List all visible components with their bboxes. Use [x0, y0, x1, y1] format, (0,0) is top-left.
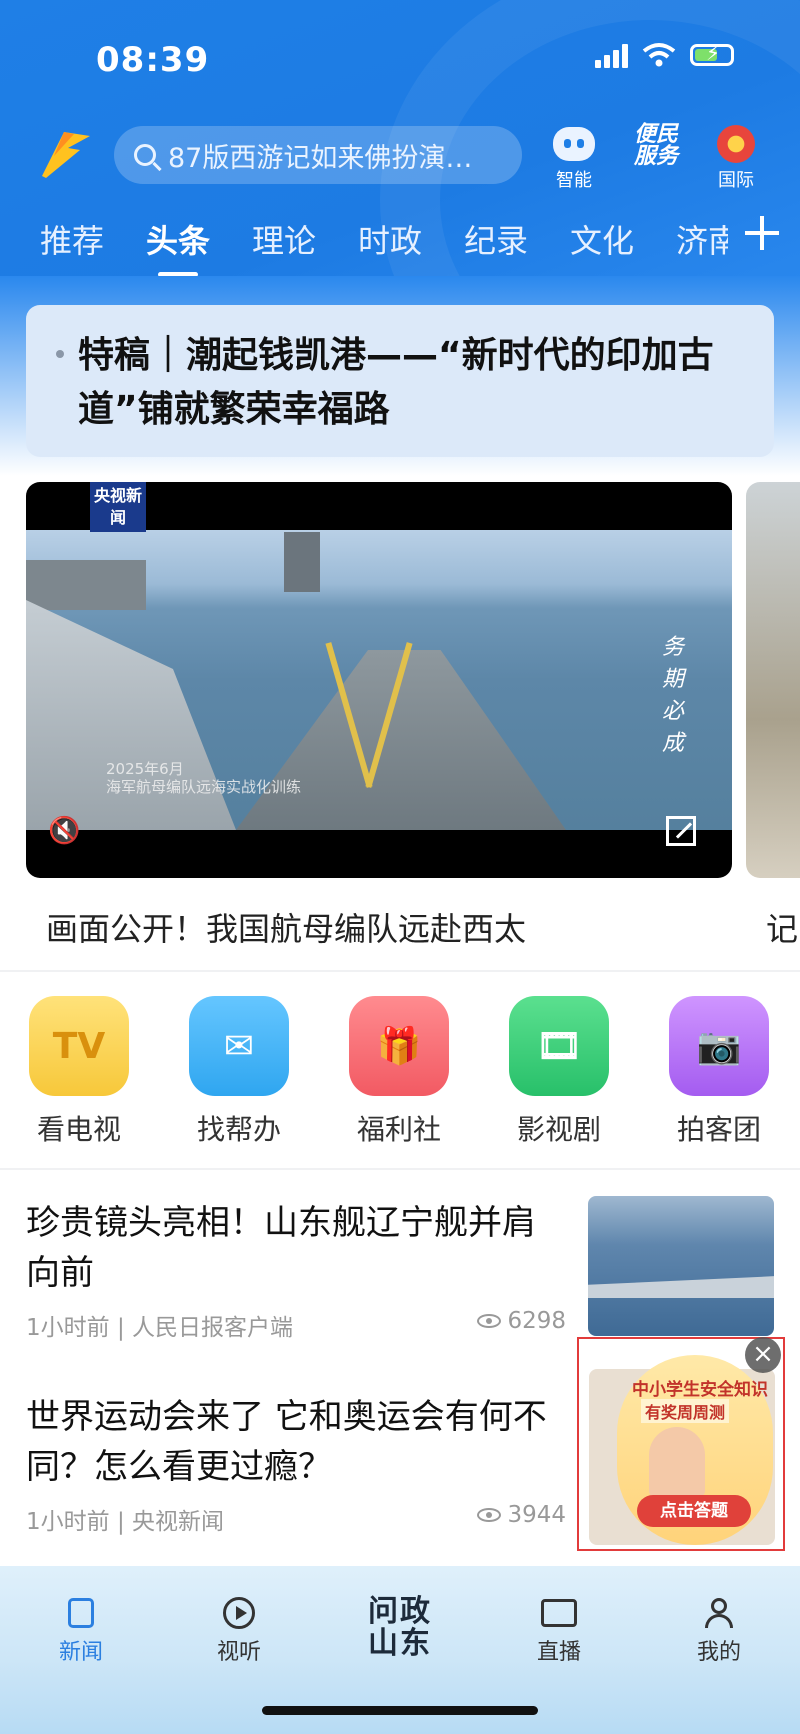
film-icon: 🎞	[509, 996, 609, 1096]
bullet-dot	[56, 350, 64, 358]
help-icon: ✉	[189, 996, 289, 1096]
news-item[interactable]: 世界运动会来了 它和奥运会有何不同？怎么看更过瘾？ 1小时前 | 央视新闻 39…	[26, 1392, 566, 1542]
international-button[interactable]: 国际	[706, 122, 766, 192]
profile-icon	[705, 1598, 733, 1628]
view-count: 3944	[477, 1502, 566, 1528]
app-watch-tv[interactable]: TV 看电视	[24, 996, 134, 1148]
next-video-caption[interactable]: 记	[766, 904, 798, 950]
ad-subtitle: 有奖周周测	[641, 1399, 730, 1423]
tab-culture[interactable]: 文化	[570, 216, 634, 262]
tv-icon: TV	[29, 996, 129, 1096]
home-indicator[interactable]	[262, 1706, 538, 1715]
tabbar-label: 视听	[216, 1640, 261, 1665]
smart-label: 智能	[556, 170, 592, 191]
app-label: 找帮办	[196, 1113, 281, 1146]
tab-documentary[interactable]: 纪录	[464, 216, 528, 262]
status-bar: 08:39 ⚡	[0, 0, 800, 110]
news-item[interactable]: 珍贵镜头亮相！山东舰辽宁舰并肩向前 1小时前 | 人民日报客户端 6298	[26, 1198, 566, 1348]
globe-flower-icon	[717, 125, 755, 163]
view-count-value: 3944	[507, 1502, 566, 1528]
service-grid: TV 看电视 ✉ 找帮办 🎁 福利社 🎞 影视剧 📷 拍客团	[0, 996, 800, 1146]
battery-icon: ⚡	[690, 41, 734, 66]
tabbar-media[interactable]: 视听	[194, 1596, 284, 1666]
ad-answer-button[interactable]: 点击答题	[637, 1495, 751, 1527]
eye-icon	[477, 1508, 502, 1522]
eye-icon	[477, 1314, 502, 1328]
app-drama[interactable]: 🎞 影视剧	[504, 996, 614, 1148]
video-overlay-text: 2025年6月 海军航母编队远海实战化训练	[106, 760, 301, 796]
cctv-news-badge: 央视新闻	[90, 482, 146, 532]
ad-illustration	[649, 1427, 705, 1497]
service-label: 便民服务	[633, 122, 678, 169]
app-logo-icon[interactable]	[34, 126, 94, 182]
floating-ad[interactable]: 中小学生安全知识 有奖周周测 点击答题 ×	[577, 1337, 785, 1551]
play-icon	[223, 1597, 255, 1629]
search-placeholder: 87版西游记如来佛扮演…	[168, 142, 473, 174]
news-meta: 1小时前 | 人民日报客户端	[26, 1315, 294, 1341]
service-button[interactable]: 便民服务	[626, 122, 686, 168]
ad-title: 中小学生安全知识	[632, 1380, 768, 1400]
tabbar-live[interactable]: 直播	[514, 1596, 604, 1666]
tab-politics[interactable]: 时政	[358, 216, 422, 262]
signal-icon	[595, 42, 628, 68]
tabbar-label: 直播	[536, 1640, 581, 1665]
app-label: 拍客团	[676, 1113, 761, 1146]
next-video-card[interactable]	[746, 482, 800, 878]
video-caption[interactable]: 画面公开！我国航母编队远赴西太	[46, 904, 526, 950]
video-player[interactable]: 央视新闻 2025年6月 海军航母编队远海实战化训练 务期必成 🔇	[26, 482, 732, 878]
tabbar-wenzheng[interactable]: 问政山东	[360, 1596, 440, 1660]
tabbar-label: 新闻	[58, 1640, 103, 1665]
smart-button[interactable]: 智能	[544, 122, 604, 192]
robot-icon	[553, 127, 595, 161]
tabbar-label: 我的	[696, 1640, 741, 1665]
close-icon[interactable]: ×	[745, 1337, 781, 1373]
tabbar-profile[interactable]: 我的	[674, 1596, 764, 1666]
app-welfare[interactable]: 🎁 福利社	[344, 996, 454, 1148]
gift-icon: 🎁	[349, 996, 449, 1096]
tab-theory[interactable]: 理论	[252, 216, 316, 262]
video-date: 2025年6月	[106, 760, 184, 778]
view-count-value: 6298	[507, 1308, 566, 1334]
news-meta: 1小时前 | 央视新闻	[26, 1509, 225, 1535]
live-camera-icon	[541, 1599, 577, 1627]
camera-icon: 📷	[669, 996, 769, 1096]
clock: 08:39	[96, 40, 210, 80]
wifi-icon	[642, 43, 676, 67]
tabbar-news[interactable]: 新闻	[36, 1596, 126, 1666]
headline-title: 特稿｜潮起钱凯港——“新时代的印加古道”铺就繁荣幸福路	[78, 335, 714, 430]
app-label: 影视剧	[516, 1113, 601, 1146]
status-icons: ⚡	[595, 41, 734, 68]
headline-card[interactable]: 特稿｜潮起钱凯港——“新时代的印加古道”铺就繁荣幸福路	[26, 305, 774, 457]
news-thumbnail[interactable]	[588, 1196, 774, 1336]
video-subtitle: 海军航母编队远海实战化训练	[106, 778, 302, 796]
divider	[0, 970, 800, 972]
video-side-text: 务期必成	[662, 635, 685, 756]
category-tabs: 推荐 头条 理论 时政 纪录 文化 济南	[0, 210, 800, 276]
news-title: 世界运动会来了 它和奥运会有何不同？怎么看更过瘾？	[26, 1397, 547, 1487]
app-label: 福利社	[356, 1113, 441, 1146]
search-icon	[134, 144, 156, 166]
tab-recommend[interactable]: 推荐	[40, 216, 104, 262]
app-help[interactable]: ✉ 找帮办	[184, 996, 294, 1148]
news-icon	[68, 1598, 94, 1628]
tab-headlines[interactable]: 头条	[146, 216, 210, 262]
mute-icon[interactable]: 🔇	[48, 816, 80, 846]
add-channel-icon[interactable]	[740, 212, 784, 256]
app-photo-club[interactable]: 📷 拍客团	[664, 996, 774, 1148]
view-count: 6298	[477, 1308, 566, 1334]
news-title: 珍贵镜头亮相！山东舰辽宁舰并肩向前	[26, 1203, 536, 1293]
top-bar: 87版西游记如来佛扮演… 智能 便民服务 国际	[0, 118, 800, 198]
search-input[interactable]: 87版西游记如来佛扮演…	[114, 126, 522, 184]
fullscreen-icon[interactable]	[666, 816, 696, 846]
app-label: 看电视	[36, 1113, 121, 1146]
international-label: 国际	[718, 170, 754, 191]
tab-jinan[interactable]: 济南	[676, 216, 728, 262]
divider	[0, 1168, 800, 1170]
